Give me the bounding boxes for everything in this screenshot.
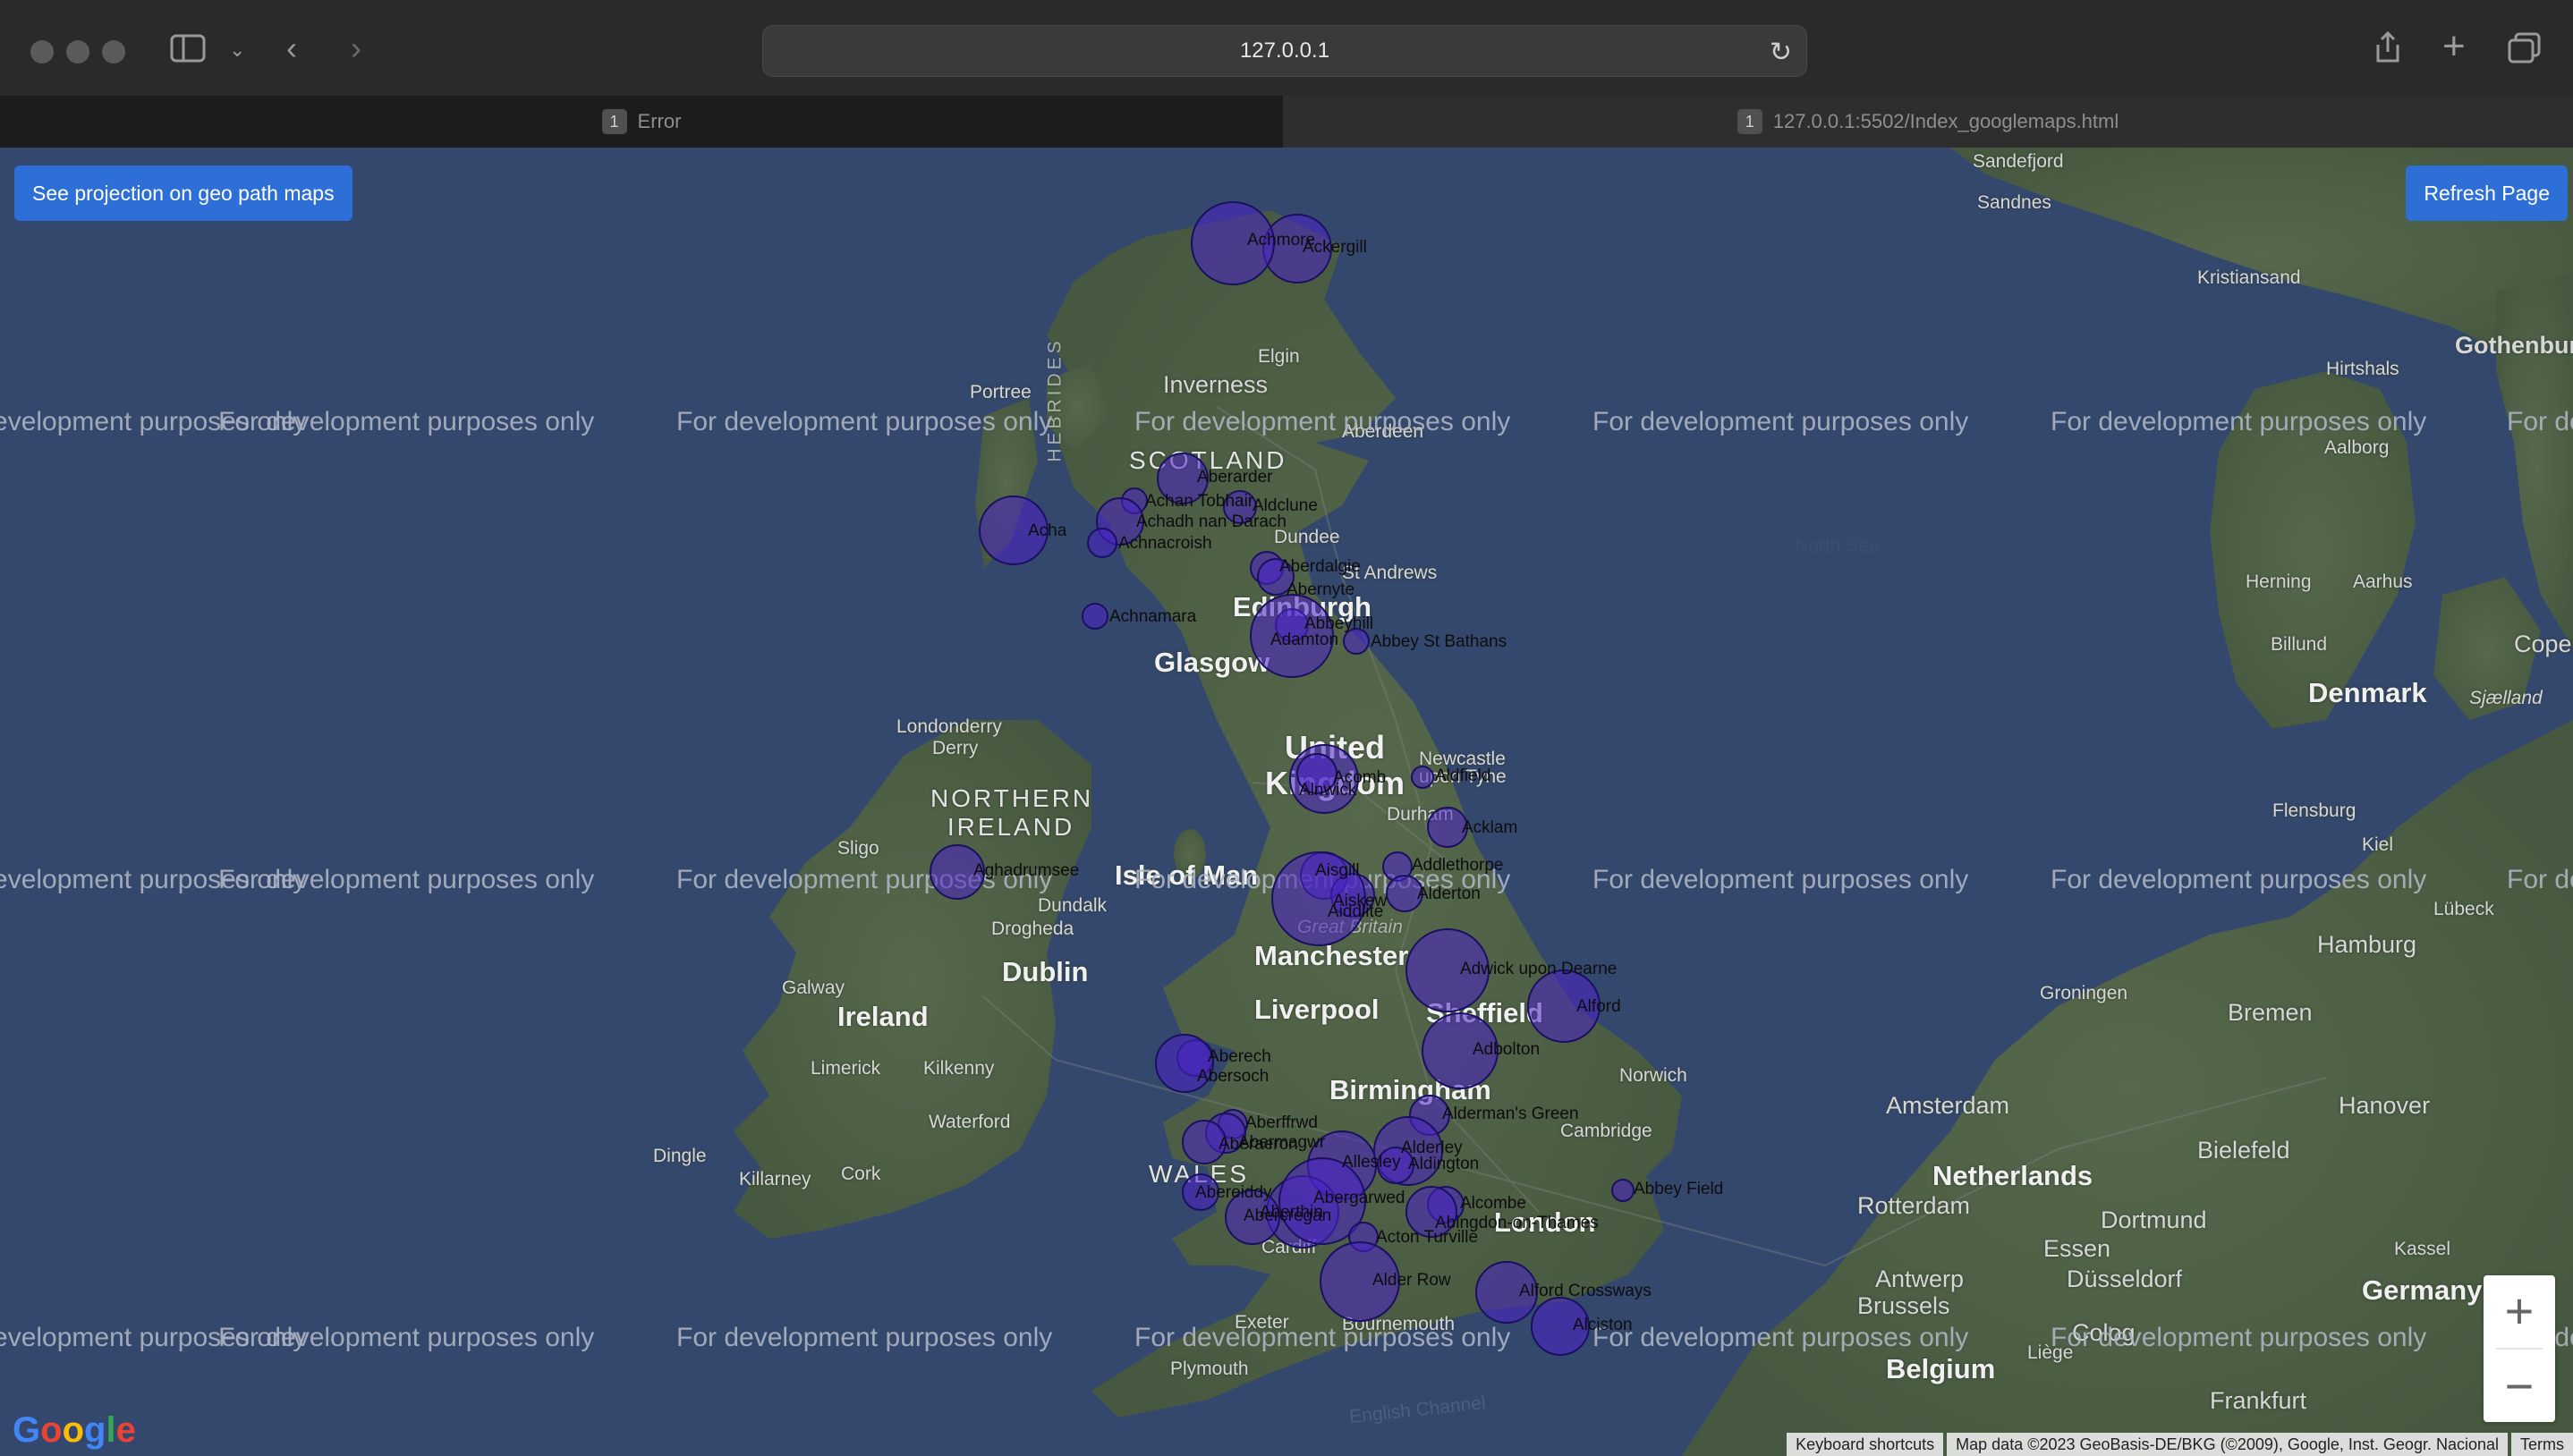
map-marker-label: Aldfield: [1435, 766, 1491, 785]
url-text: 127.0.0.1: [1239, 38, 1330, 63]
map-attribution: Keyboard shortcuts Map data ©2023 GeoBas…: [1783, 1433, 2573, 1456]
zoom-window-icon[interactable]: [102, 40, 125, 63]
map-marker-label: Abercregan: [1244, 1206, 1332, 1225]
map-marker-label: Alford Crossways: [1519, 1282, 1652, 1300]
geo-path-projection-button[interactable]: See projection on geo path maps: [14, 165, 352, 221]
map-marker-label: Aghadrumsee: [973, 861, 1080, 880]
reload-icon[interactable]: ↻: [1770, 37, 1792, 68]
zoom-control: + −: [2484, 1275, 2555, 1422]
minimize-window-icon[interactable]: [66, 40, 89, 63]
map-marker-label: Abbey Field: [1634, 1180, 1724, 1198]
map-marker-label: Addlethorpe: [1412, 856, 1504, 875]
map-marker[interactable]: [1411, 766, 1434, 789]
map-marker-label: Alnwick: [1299, 781, 1357, 800]
map-marker-label: Aberffrwd: [1245, 1113, 1318, 1132]
chevron-down-icon[interactable]: ⌄: [229, 32, 245, 68]
close-window-icon[interactable]: [30, 40, 54, 63]
map-marker-label: Aberech: [1208, 1047, 1271, 1066]
map-marker-label: Adbolton: [1473, 1040, 1541, 1059]
terms-link[interactable]: Terms: [2511, 1433, 2573, 1456]
tab-label: 127.0.0.1:5502/Index_googlemaps.html: [1772, 110, 2119, 132]
map-marker-label: Acha: [1028, 521, 1067, 540]
tab-count-badge: 1: [1737, 109, 1762, 134]
zoom-out-button[interactable]: −: [2484, 1350, 2555, 1422]
map-marker-label: Abbey St Bathans: [1371, 632, 1507, 651]
share-icon[interactable]: [2374, 30, 2401, 72]
map-marker-label: Aberaeron: [1219, 1135, 1298, 1154]
zoom-in-button[interactable]: +: [2484, 1275, 2555, 1347]
keyboard-shortcuts-link[interactable]: Keyboard shortcuts: [1787, 1433, 1944, 1456]
map-marker-label: Allesley: [1342, 1153, 1401, 1172]
google-logo[interactable]: Google: [13, 1410, 136, 1451]
browser-titlebar: ⌄ ‹ › 127.0.0.1 ↻ +: [0, 0, 2573, 96]
forward-icon[interactable]: ›: [351, 30, 361, 66]
marker-layer: [930, 201, 1635, 1356]
map-marker[interactable]: [1082, 603, 1108, 630]
map-canvas[interactable]: Sandefjord Sandnes Kristiansand Hirtshal…: [0, 148, 2573, 1456]
map-marker-label: Achnacroish: [1118, 534, 1212, 553]
sidebar-icon[interactable]: [170, 34, 206, 70]
tab-overview-icon[interactable]: [2507, 32, 2543, 72]
map-marker-label: Abernyte: [1286, 580, 1355, 599]
map-marker-label: Aldclune: [1253, 496, 1318, 515]
map-marker-label: Achan Tobhair: [1145, 492, 1254, 511]
map-marker-label: Achmore: [1247, 231, 1316, 250]
map-marker-label: Alciston: [1573, 1316, 1633, 1334]
map-marker-label: Alderman's Green: [1442, 1105, 1579, 1123]
tab-bar: 1 Error 1 127.0.0.1:5502/Index_googlemap…: [0, 96, 2573, 148]
map-marker-label: Alford: [1576, 997, 1621, 1016]
map-marker-label: Acklam: [1462, 818, 1518, 837]
tab-label: Error: [637, 110, 682, 132]
map-data-credit: Map data ©2023 GeoBasis-DE/BKG (©2009), …: [1947, 1433, 2508, 1456]
map-marker-label: Aiddlite: [1328, 902, 1384, 921]
tab-googlemaps[interactable]: 1 127.0.0.1:5502/Index_googlemaps.html: [1283, 96, 2573, 148]
map-marker-label: Abergarwed: [1313, 1189, 1405, 1207]
zoom-divider: [2496, 1348, 2543, 1350]
map-marker[interactable]: [1611, 1179, 1635, 1202]
refresh-page-button[interactable]: Refresh Page: [2406, 165, 2568, 221]
map-marker-label: Achnamara: [1109, 607, 1197, 626]
map-marker-label: Acton Turville: [1376, 1228, 1479, 1247]
map-marker[interactable]: [1087, 528, 1117, 558]
tab-error[interactable]: 1 Error: [0, 96, 1283, 148]
map-marker-label: Alder Row: [1372, 1271, 1451, 1290]
map-marker-label: Abereiddy: [1195, 1183, 1272, 1202]
map-marker-label: Aberdalgie: [1279, 557, 1361, 576]
map-marker-label: Aisgill: [1315, 861, 1360, 880]
map-marker-label: Aldington: [1408, 1155, 1480, 1173]
new-tab-icon[interactable]: +: [2442, 27, 2466, 66]
address-bar[interactable]: 127.0.0.1 ↻: [762, 25, 1807, 77]
map-marker-label: Adwick upon Dearne: [1460, 960, 1618, 978]
map-marker-label: Abersoch: [1197, 1067, 1270, 1086]
map-marker-label: Aberarder: [1197, 468, 1273, 487]
map-marker-label: Alderton: [1417, 885, 1481, 903]
map-marker-label: Adamton: [1270, 631, 1339, 649]
map-marker-label: Alcombe: [1460, 1194, 1526, 1213]
back-icon[interactable]: ‹: [286, 30, 297, 66]
tab-count-badge: 1: [601, 109, 627, 134]
